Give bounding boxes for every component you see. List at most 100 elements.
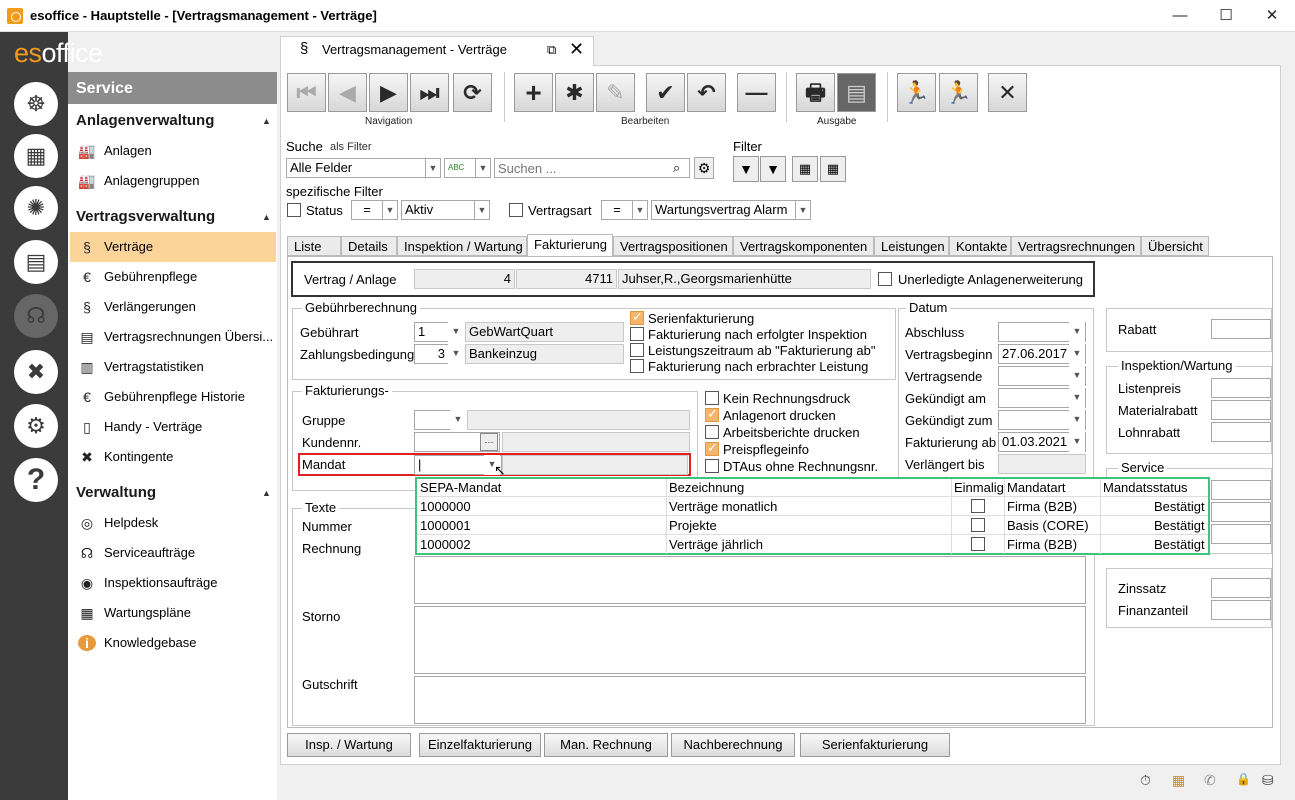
sidebar-item-gebuehrenpflege[interactable]: € Gebührenpflege bbox=[70, 262, 276, 292]
filter-check-icon[interactable]: ▼ bbox=[760, 156, 786, 182]
tools-icon[interactable]: ✖ bbox=[14, 350, 58, 394]
gear-icon[interactable]: ⚙ bbox=[694, 157, 714, 179]
alarm-light-icon[interactable]: ✺ bbox=[14, 186, 58, 230]
last-record-button[interactable]: ⏭ bbox=[410, 73, 449, 112]
helm-icon[interactable]: ☸ bbox=[14, 82, 58, 126]
leistungszeitraum-checkbox[interactable] bbox=[630, 343, 644, 357]
sidebar-item-kontingente[interactable]: ✖ Kontingente bbox=[70, 442, 276, 472]
phone-icon[interactable]: ✆ bbox=[1204, 772, 1216, 789]
filter-table-icon[interactable]: ▦ bbox=[792, 156, 818, 182]
tab-details[interactable]: Details bbox=[341, 236, 397, 256]
close-tab-icon[interactable]: ✕ bbox=[569, 39, 584, 60]
search-input[interactable] bbox=[494, 158, 690, 178]
grid-header-mandatart[interactable]: Mandatart bbox=[1007, 480, 1066, 495]
cancel-button[interactable]: ✕ bbox=[988, 73, 1027, 112]
next-record-button[interactable]: ▶ bbox=[369, 73, 408, 112]
service-input-1[interactable] bbox=[1211, 480, 1271, 500]
chevron-down-icon[interactable]: ▼ bbox=[448, 344, 464, 364]
vertragsart-filter-checkbox[interactable] bbox=[509, 203, 523, 217]
collapse-caret-icon[interactable]: ▲ bbox=[262, 488, 271, 498]
table-row[interactable] bbox=[417, 534, 1208, 553]
grid-header-einmalig[interactable]: Einmalig bbox=[954, 480, 1004, 495]
grid-cell-einmalig-checkbox[interactable] bbox=[971, 537, 985, 551]
ellipsis-button[interactable]: ··· bbox=[480, 433, 498, 451]
chevron-down-icon[interactable]: ▼ bbox=[1069, 410, 1085, 430]
print-button[interactable]: 🖶 bbox=[796, 73, 835, 112]
materialrabatt-input[interactable] bbox=[1211, 400, 1271, 420]
grid-cell-einmalig-checkbox[interactable] bbox=[971, 499, 985, 513]
service-input-3[interactable] bbox=[1211, 524, 1271, 544]
calculator-icon[interactable]: ▦ bbox=[14, 134, 58, 178]
zinssatz-input[interactable] bbox=[1211, 578, 1271, 598]
section-vertragsverwaltung[interactable]: Vertragsverwaltung bbox=[76, 208, 215, 225]
chevron-down-icon[interactable]: ▼ bbox=[382, 200, 398, 220]
headset-icon[interactable]: ☊ bbox=[14, 294, 58, 338]
chevron-down-icon[interactable]: ▼ bbox=[1069, 432, 1085, 452]
section-anlagenverwaltung[interactable]: Anlagenverwaltung bbox=[76, 112, 214, 129]
gutschrift-textarea[interactable] bbox=[414, 676, 1086, 724]
close-window-button[interactable]: ✕ bbox=[1249, 0, 1295, 32]
lock-icon[interactable]: 🔒 bbox=[1236, 772, 1251, 786]
lohnrabatt-input[interactable] bbox=[1211, 422, 1271, 442]
storno-textarea[interactable] bbox=[414, 606, 1086, 674]
gears-icon[interactable]: ⚙ bbox=[14, 404, 58, 448]
sidebar-item-knowledgebase[interactable]: i Knowledgebase bbox=[70, 628, 276, 658]
sidebar-item-vertragstatistiken[interactable]: ▥ Vertragstatistiken bbox=[70, 352, 276, 382]
nachberechnung-button[interactable]: Nachberechnung bbox=[671, 733, 795, 757]
tab-inspektion-wartung[interactable]: Inspektion / Wartung bbox=[397, 236, 527, 256]
grid-header-bezeichnung[interactable]: Bezeichnung bbox=[669, 480, 744, 495]
collapse-caret-icon[interactable]: ▲ bbox=[262, 212, 271, 222]
einzelfakturierung-button[interactable]: Einzelfakturierung bbox=[419, 733, 541, 757]
chevron-down-icon[interactable]: ▼ bbox=[450, 410, 466, 430]
sidebar-item-anlagengruppen[interactable]: 🏭 Anlagengruppen bbox=[70, 166, 276, 196]
serienfakturierung-checkbox[interactable] bbox=[630, 309, 644, 325]
chevron-down-icon[interactable]: ▼ bbox=[1069, 344, 1085, 364]
sidebar-item-inspektionsauftraege[interactable]: ◉ Inspektionsaufträge bbox=[70, 568, 276, 598]
sidebar-item-wartungsplaene[interactable]: ▦ Wartungspläne bbox=[70, 598, 276, 628]
tab-leistungen[interactable]: Leistungen bbox=[874, 236, 949, 256]
search-icon[interactable]: ⌕ bbox=[673, 160, 680, 176]
undo-button[interactable]: ↶ bbox=[687, 73, 726, 112]
tab-vertragsrechnungen[interactable]: Vertragsrechnungen bbox=[1011, 236, 1141, 256]
anlagenort-checkbox[interactable] bbox=[705, 406, 719, 422]
grid-header-sepa[interactable]: SEPA-Mandat bbox=[420, 480, 501, 495]
stopwatch-icon[interactable]: ⏱ bbox=[1140, 772, 1151, 789]
previous-record-button[interactable]: ◀ bbox=[328, 73, 367, 112]
chevron-down-icon[interactable]: ▼ bbox=[425, 158, 441, 178]
grid-cell-einmalig-checkbox[interactable] bbox=[971, 518, 985, 532]
search-field-select[interactable]: Alle Felder bbox=[286, 158, 426, 178]
vertragsart-value-select[interactable]: Wartungsvertrag Alarm bbox=[651, 200, 796, 220]
fakt-inspektion-checkbox[interactable] bbox=[630, 327, 644, 341]
minimize-button[interactable]: — bbox=[1157, 0, 1203, 32]
collapse-caret-icon[interactable]: ▲ bbox=[262, 116, 271, 126]
tab-vertragspositionen[interactable]: Vertragspositionen bbox=[613, 236, 733, 256]
chevron-down-icon[interactable]: ▼ bbox=[1069, 366, 1085, 386]
serienfakturierung-button[interactable]: Serienfakturierung bbox=[800, 733, 950, 757]
preispflegeinfo-checkbox[interactable] bbox=[705, 440, 719, 456]
listenpreis-input[interactable] bbox=[1211, 378, 1271, 398]
filter-icon[interactable]: ▼ bbox=[733, 156, 759, 182]
sidebar-item-handy-vertraege[interactable]: ▯ Handy - Verträge bbox=[70, 412, 276, 442]
chevron-down-icon[interactable]: ▼ bbox=[795, 200, 811, 220]
first-record-button[interactable]: ⏮ bbox=[287, 73, 326, 112]
database-icon[interactable]: ⛁ bbox=[1262, 772, 1274, 789]
export-button[interactable]: ▤ bbox=[837, 73, 876, 112]
sidebar-item-serviceauftraege[interactable]: ☊ Serviceaufträge bbox=[70, 538, 276, 568]
popout-icon[interactable]: ⧉ bbox=[547, 42, 556, 58]
chevron-down-icon[interactable]: ▼ bbox=[1069, 322, 1085, 342]
sidebar-item-anlagen[interactable]: 🏭 Anlagen bbox=[70, 136, 276, 166]
refresh-button[interactable]: ⟳ bbox=[453, 73, 492, 112]
run-button[interactable]: 🏃 bbox=[939, 73, 978, 112]
tab-liste[interactable]: Liste bbox=[287, 236, 341, 256]
man-rechnung-button[interactable]: Man. Rechnung bbox=[544, 733, 668, 757]
copy-button[interactable]: ✱ bbox=[555, 73, 594, 112]
finanzanteil-input[interactable] bbox=[1211, 600, 1271, 620]
table-row[interactable] bbox=[417, 515, 1208, 534]
arbeitsberichte-checkbox[interactable] bbox=[705, 425, 719, 439]
unerledigte-checkbox[interactable] bbox=[878, 272, 892, 286]
delete-button[interactable]: — bbox=[737, 73, 776, 112]
grid-header-mandatsstatus[interactable]: Mandatsstatus bbox=[1103, 480, 1188, 495]
maximize-button[interactable]: ☐ bbox=[1203, 0, 1249, 32]
sidebar-item-helpdesk[interactable]: ◎ Helpdesk bbox=[70, 508, 276, 538]
insp-wartung-button[interactable]: Insp. / Wartung bbox=[287, 733, 411, 757]
